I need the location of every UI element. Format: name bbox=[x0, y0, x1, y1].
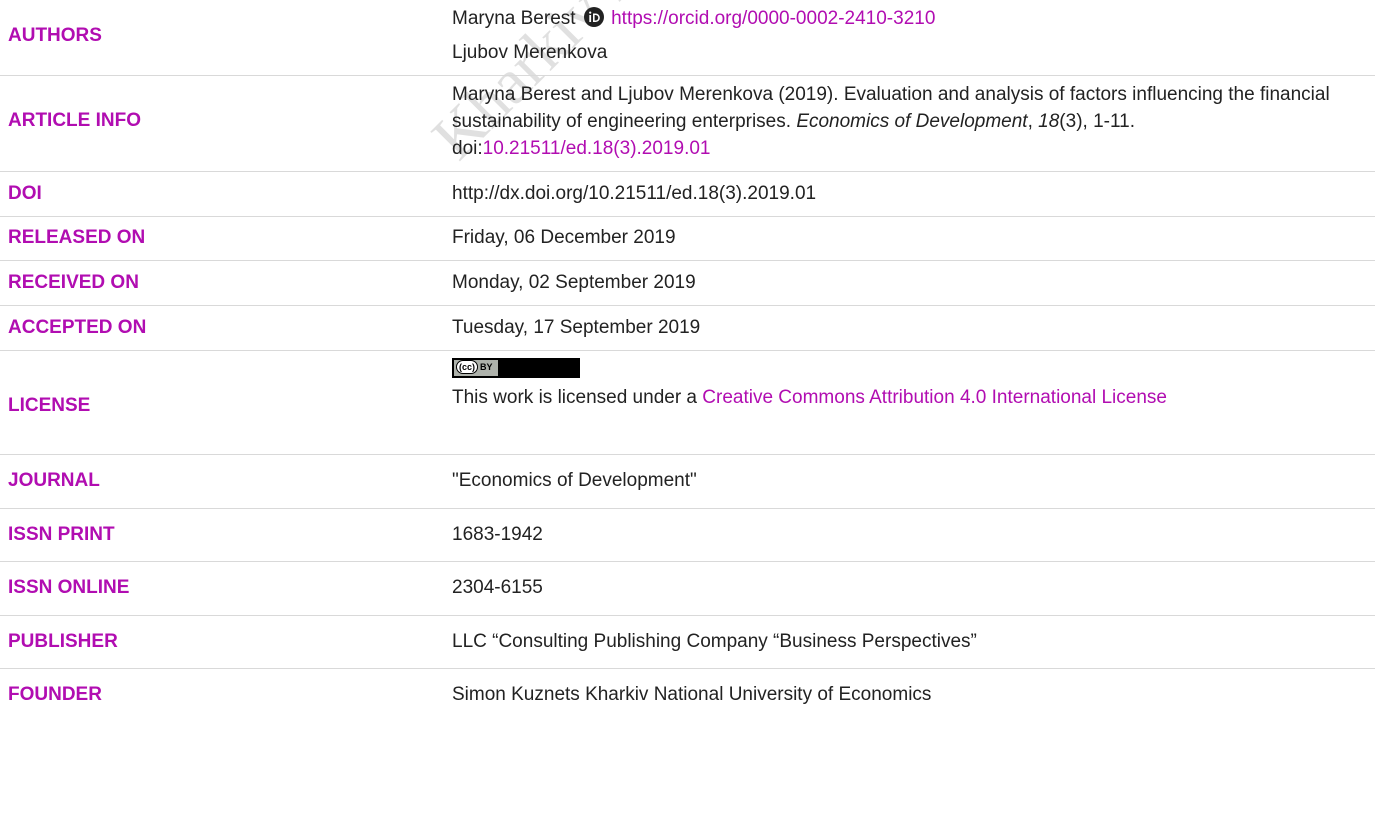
authors-value: Maryna Berest https://orcid.org/0000-000… bbox=[452, 5, 1335, 66]
citation-doi-link[interactable]: 10.21511/ed.18(3).2019.01 bbox=[483, 138, 711, 159]
founder-value: Simon Kuznets Kharkiv National Universit… bbox=[452, 684, 932, 705]
citation-journal: Economics of Development bbox=[796, 111, 1028, 132]
doi-value[interactable]: http://dx.doi.org/10.21511/ed.18(3).2019… bbox=[452, 180, 1335, 207]
publisher-value: LLC “Consulting Publishing Company “Busi… bbox=[452, 631, 977, 652]
doi-label: DOI bbox=[8, 183, 42, 204]
row-founder: FOUNDER Simon Kuznets Kharkiv National U… bbox=[0, 669, 1375, 725]
author-1-orcid-link[interactable]: https://orcid.org/0000-0002-2410-3210 bbox=[611, 8, 935, 29]
issn-print-value: 1683-1942 bbox=[452, 524, 543, 545]
author-1-name: Maryna Berest bbox=[452, 8, 576, 29]
issn-online-value: 2304-6155 bbox=[452, 577, 543, 598]
row-authors: AUTHORS Maryna Berest https://orcid.org/… bbox=[0, 0, 1375, 76]
license-value: This work is licensed under a Creative C… bbox=[452, 384, 1335, 411]
article-info-label: ARTICLE INFO bbox=[8, 110, 141, 131]
journal-label: JOURNAL bbox=[8, 470, 100, 491]
founder-label: FOUNDER bbox=[8, 684, 102, 705]
license-text: This work is licensed under a bbox=[452, 387, 703, 408]
citation-comma: , bbox=[1027, 111, 1039, 132]
citation-volume: 18 bbox=[1038, 111, 1060, 132]
row-received-on: RECEIVED ON Monday, 02 September 2019 bbox=[0, 261, 1375, 306]
row-journal: JOURNAL "Economics of Development" bbox=[0, 455, 1375, 509]
row-released-on: RELEASED ON Friday, 06 December 2019 bbox=[0, 217, 1375, 261]
orcid-icon[interactable] bbox=[583, 7, 604, 27]
row-publisher: PUBLISHER LLC “Consulting Publishing Com… bbox=[0, 616, 1375, 669]
cc-by-badge[interactable]: (cc) BY bbox=[452, 358, 580, 378]
license-label: LICENSE bbox=[8, 395, 91, 416]
released-on-label: RELEASED ON bbox=[8, 227, 146, 248]
accepted-on-value: Tuesday, 17 September 2019 bbox=[452, 317, 701, 338]
row-doi: DOI http://dx.doi.org/10.21511/ed.18(3).… bbox=[0, 172, 1375, 217]
row-issn-print: ISSN PRINT 1683-1942 bbox=[0, 509, 1375, 562]
received-on-value: Monday, 02 September 2019 bbox=[452, 272, 696, 293]
row-license: (cc) BY LICENSE This work is licensed un… bbox=[0, 351, 1375, 455]
cc-badge-cc: (cc) bbox=[456, 360, 478, 374]
issn-print-label: ISSN PRINT bbox=[8, 524, 115, 545]
row-article-info: ARTICLE INFO Maryna Berest and Ljubov Me… bbox=[0, 76, 1375, 172]
journal-value: "Economics of Development" bbox=[452, 470, 697, 491]
cc-badge-by: BY bbox=[480, 362, 493, 372]
released-on-value: Friday, 06 December 2019 bbox=[452, 227, 676, 248]
accepted-on-label: ACCEPTED ON bbox=[8, 317, 147, 338]
publisher-label: PUBLISHER bbox=[8, 631, 118, 652]
row-issn-online: ISSN ONLINE 2304-6155 bbox=[0, 562, 1375, 616]
license-link[interactable]: Creative Commons Attribution 4.0 Interna… bbox=[702, 387, 1167, 408]
row-accepted-on: ACCEPTED ON Tuesday, 17 September 2019 bbox=[0, 306, 1375, 351]
article-info-citation: Maryna Berest and Ljubov Merenkova (2019… bbox=[452, 81, 1335, 162]
author-2-name: Ljubov Merenkova bbox=[452, 42, 608, 63]
authors-label: AUTHORS bbox=[8, 25, 102, 46]
received-on-label: RECEIVED ON bbox=[8, 272, 139, 293]
issn-online-label: ISSN ONLINE bbox=[8, 577, 130, 598]
